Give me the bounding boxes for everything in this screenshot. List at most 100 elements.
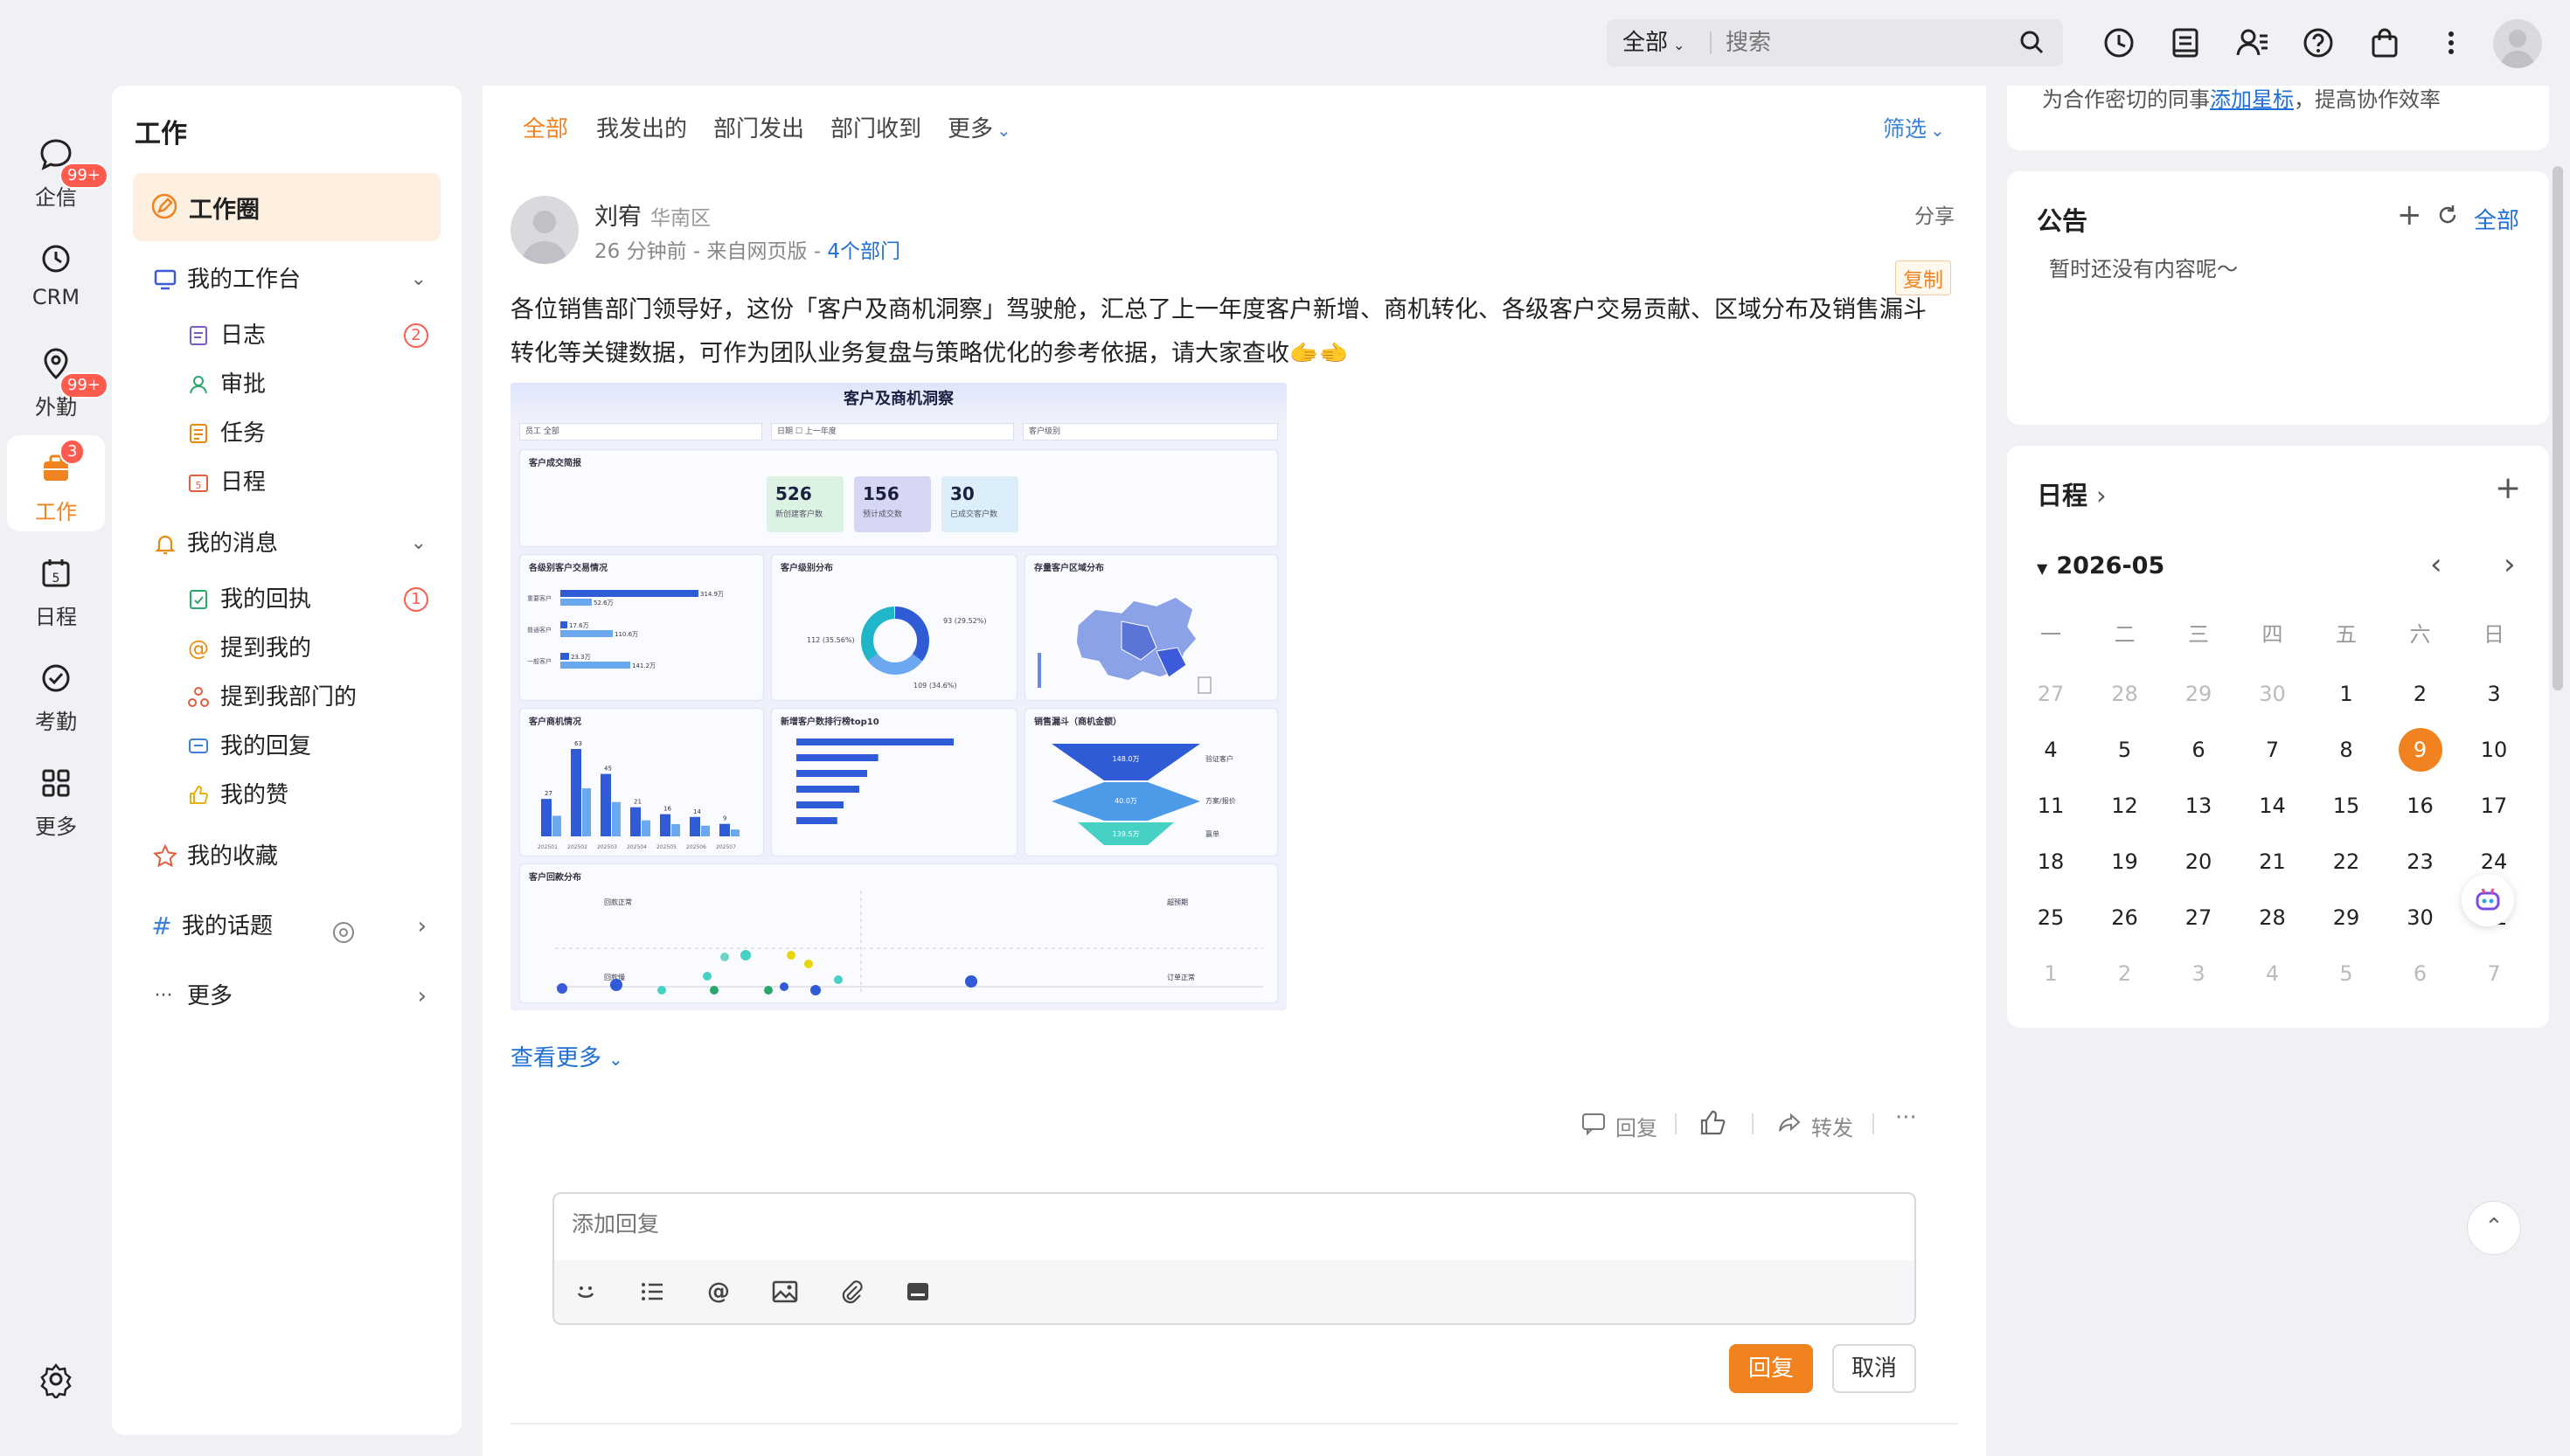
nav-item-approval[interactable]: 审批 bbox=[112, 360, 462, 409]
calendar-day[interactable]: 28 bbox=[2088, 666, 2162, 722]
calendar-day[interactable]: 21 bbox=[2236, 834, 2310, 890]
mention-icon[interactable]: @ bbox=[703, 1276, 734, 1307]
nav-item-task[interactable]: 任务 bbox=[112, 409, 462, 458]
calendar-day[interactable]: 19 bbox=[2088, 834, 2162, 890]
history-clock-icon[interactable] bbox=[2100, 24, 2138, 62]
rail-item-schedule[interactable]: 5 日程 bbox=[7, 540, 105, 636]
more-actions-icon[interactable]: ··· bbox=[1895, 1105, 1917, 1131]
nav-item-log[interactable]: 日志 2 bbox=[112, 311, 462, 360]
calendar-day[interactable]: 29 bbox=[2310, 890, 2383, 946]
calendar-day[interactable]: 2 bbox=[2088, 946, 2162, 1002]
nav-item-my-replies[interactable]: 我的回复 bbox=[112, 722, 462, 771]
back-to-top-button[interactable]: ⌃ bbox=[2467, 1201, 2521, 1255]
calendar-day[interactable]: 3 bbox=[2162, 946, 2235, 1002]
filter-button[interactable]: 筛选 ⌄ bbox=[1883, 112, 1945, 147]
calendar-day[interactable]: 5 bbox=[2310, 946, 2383, 1002]
calendar-day[interactable]: 30 bbox=[2236, 666, 2310, 722]
image-icon[interactable] bbox=[769, 1276, 801, 1307]
calendar-day[interactable]: 4 bbox=[2014, 722, 2087, 778]
calendar-day[interactable]: 8 bbox=[2310, 722, 2383, 778]
calendar-day[interactable]: 28 bbox=[2236, 890, 2310, 946]
attachment-icon[interactable] bbox=[836, 1276, 867, 1307]
calendar-day[interactable]: 22 bbox=[2310, 834, 2383, 890]
month-picker[interactable]: ▼ 2026-05 bbox=[2037, 552, 2164, 579]
calendar-day[interactable]: 4 bbox=[2236, 946, 2310, 1002]
calendar-day[interactable]: 1 bbox=[2310, 666, 2383, 722]
prev-month-icon[interactable]: ‹ bbox=[2430, 547, 2442, 582]
nav-item-topics[interactable]: # 我的话题 › bbox=[112, 902, 462, 951]
nav-item-my-likes[interactable]: 我的赞 bbox=[112, 771, 462, 820]
rail-item-work[interactable]: 工作 3 bbox=[7, 435, 105, 531]
calendar-day[interactable]: 12 bbox=[2088, 778, 2162, 834]
like-button[interactable] bbox=[1698, 1108, 1727, 1141]
nav-item-mentions[interactable]: @ 提到我的 bbox=[112, 624, 462, 673]
reply-submit-button[interactable]: 回复 bbox=[1729, 1344, 1813, 1393]
topic-settings-icon[interactable] bbox=[330, 914, 357, 963]
see-more-link[interactable]: 查看更多 ⌄ bbox=[511, 1040, 623, 1072]
next-month-icon[interactable]: › bbox=[2504, 547, 2516, 582]
calendar-day[interactable]: 5 bbox=[2088, 722, 2162, 778]
nav-group-workbench[interactable]: 我的工作台 ⌄ bbox=[112, 255, 462, 304]
notice-all-link[interactable]: 全部 bbox=[2474, 203, 2519, 235]
calendar-day[interactable]: 15 bbox=[2310, 778, 2383, 834]
reply-input[interactable] bbox=[572, 1206, 1883, 1241]
add-schedule-icon[interactable]: + bbox=[2495, 470, 2521, 506]
reply-action[interactable]: 回复 bbox=[1580, 1110, 1657, 1141]
calendar-day[interactable]: 3 bbox=[2457, 666, 2531, 722]
calendar-day[interactable]: 9 bbox=[2384, 722, 2457, 778]
add-star-link[interactable]: 添加星标 bbox=[2210, 87, 2294, 112]
refresh-icon[interactable] bbox=[2435, 203, 2460, 231]
calendar-day[interactable]: 25 bbox=[2014, 890, 2087, 946]
rail-item-attendance[interactable]: 考勤 bbox=[7, 645, 105, 741]
calendar-day[interactable]: 27 bbox=[2014, 666, 2087, 722]
calendar-day[interactable]: 30 bbox=[2384, 890, 2457, 946]
forward-action[interactable]: 转发 bbox=[1776, 1110, 1853, 1141]
calendar-day[interactable]: 11 bbox=[2014, 778, 2087, 834]
nav-item-receipts[interactable]: 我的回执 1 bbox=[112, 575, 462, 624]
more-vertical-icon[interactable] bbox=[2432, 24, 2470, 62]
calendar-day[interactable]: 16 bbox=[2384, 778, 2457, 834]
calendar-day[interactable]: 13 bbox=[2162, 778, 2235, 834]
dept-link[interactable]: 4个部门 bbox=[827, 240, 900, 263]
nav-item-schedule[interactable]: 5 日程 bbox=[112, 458, 462, 507]
help-icon[interactable] bbox=[2299, 24, 2337, 62]
settings-gear-icon[interactable] bbox=[37, 1360, 75, 1401]
tab-sent-by-me[interactable]: 我发出的 bbox=[596, 112, 687, 147]
nav-item-dept-mentions[interactable]: 提到我部门的 bbox=[112, 673, 462, 722]
search-input[interactable] bbox=[1726, 19, 1988, 66]
calendar-day[interactable]: 17 bbox=[2457, 778, 2531, 834]
rail-item-messaging[interactable]: 企信 99+ bbox=[7, 121, 108, 217]
calendar-day[interactable]: 27 bbox=[2162, 890, 2235, 946]
nav-item-more[interactable]: ··· 更多 › bbox=[112, 972, 462, 1021]
share-button[interactable]: 分享 bbox=[1914, 199, 1955, 229]
nav-item-work-circle[interactable]: 工作圈 bbox=[133, 173, 441, 241]
calendar-day[interactable]: 29 bbox=[2162, 666, 2235, 722]
search-box[interactable]: 全部 ⌄ bbox=[1607, 19, 2063, 66]
calendar-day[interactable]: 26 bbox=[2088, 890, 2162, 946]
shopping-bag-icon[interactable] bbox=[2365, 24, 2404, 62]
search-icon[interactable] bbox=[2018, 28, 2047, 58]
emoji-icon[interactable] bbox=[570, 1276, 601, 1307]
calendar-day[interactable]: 2 bbox=[2384, 666, 2457, 722]
rail-item-more[interactable]: 更多 bbox=[7, 750, 105, 846]
calendar-day[interactable]: 7 bbox=[2236, 722, 2310, 778]
schedule-title[interactable]: 日程 › bbox=[2037, 475, 2107, 512]
rail-item-crm[interactable]: CRM 99+ bbox=[7, 225, 108, 399]
add-icon[interactable]: + bbox=[2397, 198, 2422, 232]
search-scope-dropdown[interactable]: 全部 ⌄ bbox=[1622, 19, 1719, 66]
calendar-day[interactable]: 10 bbox=[2457, 722, 2531, 778]
author-avatar[interactable] bbox=[511, 196, 579, 264]
nav-item-favorites[interactable]: 我的收藏 bbox=[112, 832, 462, 881]
tab-dept-sent[interactable]: 部门发出 bbox=[713, 112, 804, 147]
calendar-day[interactable]: 18 bbox=[2014, 834, 2087, 890]
calendar-day[interactable]: 23 bbox=[2384, 834, 2457, 890]
dashboard-image[interactable]: 客户及商机洞察 员工 全部 日期 ☐ 上一年度 客户级别 客户成交简报 526 新… bbox=[511, 383, 1287, 1010]
reply-cancel-button[interactable]: 取消 bbox=[1832, 1344, 1916, 1393]
calendar-day[interactable]: 1 bbox=[2014, 946, 2087, 1002]
tab-more[interactable]: 更多 ⌄ bbox=[948, 112, 1011, 147]
calendar-day[interactable]: 6 bbox=[2384, 946, 2457, 1002]
user-avatar[interactable] bbox=[2493, 19, 2542, 68]
calendar-day[interactable]: 20 bbox=[2162, 834, 2235, 890]
notes-icon[interactable] bbox=[2166, 24, 2205, 62]
nav-group-messages[interactable]: 我的消息 ⌄ bbox=[112, 519, 462, 568]
